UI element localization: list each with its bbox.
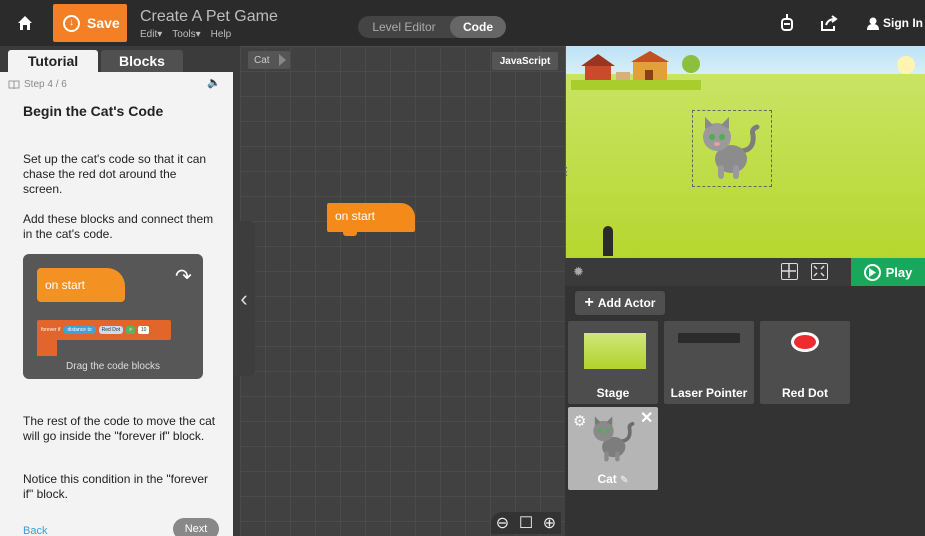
plus-icon[interactable]: ⊕: [543, 513, 556, 533]
step-indicator: Step 4 / 6: [8, 79, 67, 90]
farm-barn-image: [571, 51, 701, 90]
bug-icon[interactable]: ✹: [573, 264, 584, 280]
tutorial-heading: Begin the Cat's Code: [23, 103, 164, 119]
fit-icon[interactable]: [811, 263, 828, 280]
mode-toggle: Level Editor Code: [358, 16, 506, 38]
save-button[interactable]: ↓ Save: [53, 4, 127, 42]
next-button[interactable]: Next: [173, 518, 219, 536]
download-icon: ↓: [63, 14, 80, 32]
cat-sprite[interactable]: [697, 115, 763, 181]
pencil-icon[interactable]: ✎: [620, 475, 628, 486]
media-caption: Drag the code blocks: [66, 361, 160, 372]
sign-in-label: Sign In: [883, 16, 923, 30]
menu-help[interactable]: Help: [211, 29, 232, 40]
save-label: Save: [87, 15, 120, 31]
chevron-down-icon: ▾: [157, 29, 163, 40]
tutorial-paragraph-1: Set up the cat's code so that it can cha…: [23, 152, 207, 196]
book-icon: [8, 80, 20, 89]
gear-icon[interactable]: ⚙: [573, 412, 586, 430]
actor-card-stage[interactable]: Stage: [568, 321, 658, 404]
user-icon: [867, 17, 879, 30]
plus-icon: +: [584, 294, 594, 311]
code-tab[interactable]: Code: [450, 16, 506, 38]
speaker-icon[interactable]: 🔈: [207, 76, 221, 89]
play-icon: [863, 263, 881, 281]
actor-label: Cat ✎: [597, 472, 629, 486]
square-icon[interactable]: ☐: [519, 513, 533, 533]
zoom-controls: ⊖ ☐ ⊕: [491, 512, 561, 534]
add-actor-button[interactable]: + Add Actor: [575, 291, 665, 315]
project-title[interactable]: Create A Pet Game: [140, 8, 278, 26]
actor-label: Red Dot: [782, 386, 828, 400]
media-forever-if-block: forever if distance to Red Dot > 10: [37, 320, 171, 340]
redo-arrow-icon: ↷: [175, 266, 192, 288]
chevron-right-icon: [278, 54, 286, 66]
share-icon[interactable]: [818, 12, 840, 34]
chevron-down-icon: ▾: [195, 29, 201, 40]
add-actor-label: Add Actor: [597, 296, 656, 310]
chevron-left-icon: ‹: [240, 285, 248, 311]
back-link[interactable]: Back: [23, 525, 47, 536]
sun-icon: [897, 56, 915, 74]
javascript-button[interactable]: JavaScript: [492, 52, 558, 70]
tutorial-paragraph-2: Add these blocks and connect them in the…: [23, 212, 214, 241]
actor-card-red-dot[interactable]: Red Dot: [760, 321, 850, 404]
breadcrumb[interactable]: Cat: [248, 51, 290, 69]
stage-thumbnail: [584, 333, 646, 369]
on-start-block-notch: [343, 231, 357, 236]
tutorial-panel: Step 4 / 6 🔈 Begin the Cat's Code Set up…: [0, 72, 233, 536]
code-workspace[interactable]: [240, 46, 565, 536]
sign-in-button[interactable]: Sign In: [867, 16, 923, 30]
actor-card-laser-pointer[interactable]: Laser Pointer: [664, 321, 754, 404]
close-icon[interactable]: ✕: [640, 408, 653, 428]
cat-thumbnail: [593, 416, 635, 462]
menu-tools[interactable]: Tools ▾: [172, 29, 200, 40]
tutorial-paragraph-3: The rest of the code to move the cat wil…: [23, 414, 216, 443]
menu-edit[interactable]: Edit ▾: [140, 29, 162, 40]
robot-icon[interactable]: [776, 12, 798, 34]
tutorial-paragraph-4: Notice this condition in the "forever if…: [23, 472, 209, 501]
tab-tutorial[interactable]: Tutorial: [8, 50, 98, 72]
laser-pointer-sprite[interactable]: [603, 226, 613, 256]
panel-tabs: Tutorial Blocks: [0, 46, 240, 72]
play-label: Play: [885, 264, 913, 280]
home-button[interactable]: [10, 8, 40, 38]
menu-bar: Edit ▾ Tools ▾ Help: [140, 29, 231, 40]
collapse-panel-button[interactable]: ‹: [233, 221, 255, 376]
tab-blocks[interactable]: Blocks: [101, 50, 183, 72]
actor-label: Laser Pointer: [670, 386, 748, 400]
media-block-arm: [37, 338, 57, 356]
on-start-block[interactable]: on start: [327, 203, 415, 232]
tutorial-media[interactable]: on start forever if distance to Red Dot …: [23, 254, 203, 379]
media-on-start-block: on start: [37, 268, 125, 302]
level-editor-tab[interactable]: Level Editor: [358, 16, 450, 38]
play-button[interactable]: Play: [851, 258, 925, 286]
laser-pointer-thumbnail: [678, 333, 740, 343]
minus-icon[interactable]: ⊖: [496, 513, 509, 533]
actor-label: Stage: [596, 386, 630, 400]
stage-splitter[interactable]: ⋮: [561, 165, 572, 185]
red-dot-thumbnail: [791, 332, 819, 352]
grid-icon[interactable]: [781, 263, 798, 280]
home-icon: [18, 16, 32, 30]
